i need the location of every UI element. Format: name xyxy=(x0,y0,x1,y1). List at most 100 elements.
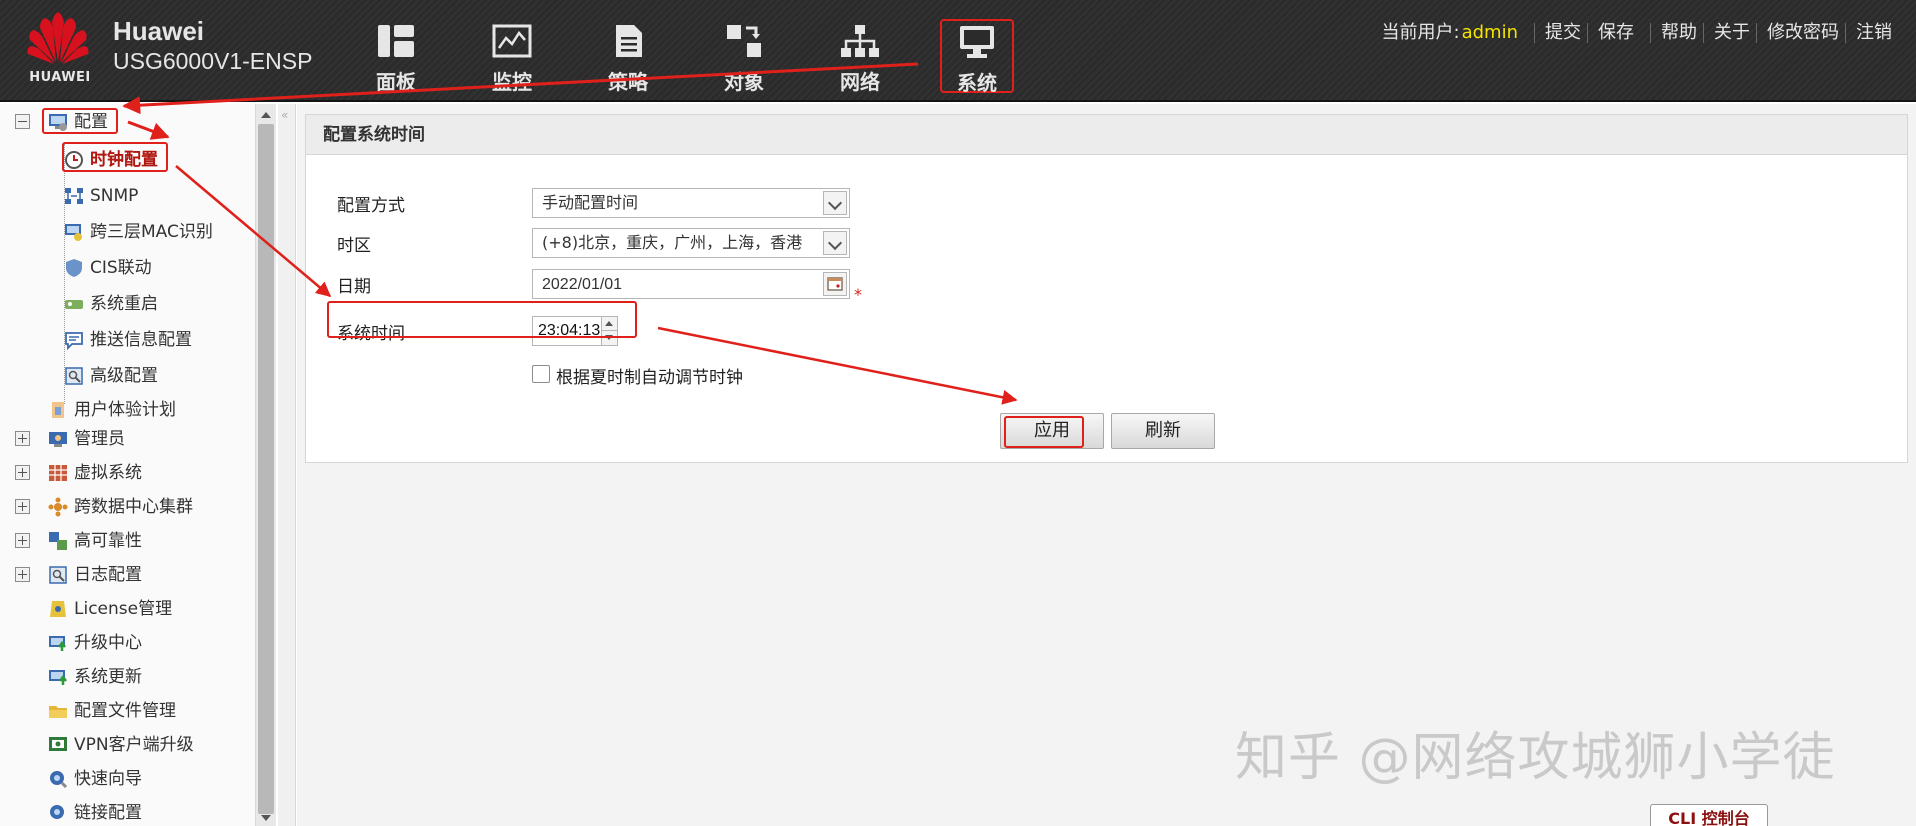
cli-console-button[interactable]: CLI 控制台 xyxy=(1650,804,1768,826)
nav-dashboard[interactable]: 面板 xyxy=(346,20,446,96)
nav-policy[interactable]: 策略 xyxy=(578,20,678,96)
nav-monitor[interactable]: 监控 xyxy=(462,20,562,96)
divider xyxy=(1534,23,1535,43)
push-message-icon xyxy=(65,332,83,350)
high-availability-icon xyxy=(49,532,67,550)
user-experience-icon xyxy=(52,402,64,418)
nav-network[interactable]: 网络 xyxy=(810,20,910,96)
policy-document-icon xyxy=(616,25,642,57)
monitor-chart-icon xyxy=(492,24,532,58)
sidebar: 配置 时钟配置 SNMP 跨三层MAC识别 CIS联动 系统重启 推送信息配置 … xyxy=(0,104,276,826)
huawei-flower-icon xyxy=(27,12,89,64)
config-tree: 配置 时钟配置 SNMP 跨三层MAC识别 CIS联动 系统重启 推送信息配置 … xyxy=(0,104,256,826)
tree-node-label: VPN客户端升级 xyxy=(74,735,194,755)
sidebar-collapse-bar[interactable]: « xyxy=(278,104,296,826)
log-config-icon xyxy=(49,566,67,584)
tree-node-label: 管理员 xyxy=(74,429,125,449)
expand-toggle[interactable] xyxy=(15,499,30,514)
top-header: HUAWEI Huawei USG6000V1-ENSP 面板 监控 策略 对象… xyxy=(0,0,1916,102)
refresh-button[interactable]: 刷新 xyxy=(1111,413,1215,449)
tree-node-label: License管理 xyxy=(74,599,173,619)
virtual-system-icon xyxy=(49,465,67,481)
tree-node-label: 升级中心 xyxy=(74,633,142,653)
divider xyxy=(1587,23,1588,43)
current-username: admin xyxy=(1461,22,1518,43)
tree-node-label: 虚拟系统 xyxy=(74,463,142,483)
expand-toggle[interactable] xyxy=(15,567,30,582)
quick-wizard-icon xyxy=(50,771,68,789)
nav-label-policy: 策略 xyxy=(608,70,648,94)
scroll-thumb[interactable] xyxy=(258,124,274,814)
time-increment-icon[interactable] xyxy=(601,317,617,331)
cluster-icon xyxy=(48,497,68,517)
expand-toggle[interactable] xyxy=(15,465,30,480)
scroll-down-arrow-icon[interactable] xyxy=(256,810,276,826)
tree-node-label: CIS联动 xyxy=(90,258,152,278)
date-value: 2022/01/01 xyxy=(542,276,623,293)
divider xyxy=(1703,23,1704,43)
tree-node-label: 跨三层MAC识别 xyxy=(90,222,213,242)
nav-label-dashboard: 面板 xyxy=(376,70,416,94)
system-time-input[interactable]: 23:04:13 xyxy=(532,316,618,346)
object-icon xyxy=(727,25,761,57)
divider xyxy=(1845,23,1846,43)
change-password-link[interactable]: 修改密码 xyxy=(1767,22,1839,43)
sidebar-scrollbar[interactable] xyxy=(256,104,276,826)
nav-label-system: 系统 xyxy=(957,71,997,95)
reboot-icon xyxy=(65,300,83,309)
admin-icon xyxy=(49,432,67,447)
system-time-panel: 配置系统时间 配置方式 手动配置时间 时区 (+8)北京，重庆，广州，上海，香港… xyxy=(305,114,1908,463)
chevron-down-icon[interactable] xyxy=(823,191,847,215)
nav-object[interactable]: 对象 xyxy=(694,20,794,96)
double-chevron-left-icon[interactable]: « xyxy=(281,108,288,122)
tree-node-label: 日志配置 xyxy=(74,565,142,585)
tree-node-label: 链接配置 xyxy=(74,803,142,823)
current-user-label: 当前用户: xyxy=(1381,22,1460,43)
collapse-toggle[interactable] xyxy=(15,114,30,129)
panel-title: 配置系统时间 xyxy=(306,115,1907,155)
about-link[interactable]: 关于 xyxy=(1714,22,1750,43)
help-link[interactable]: 帮助 xyxy=(1661,22,1697,43)
advanced-config-icon xyxy=(65,367,83,385)
tree-node-label: 推送信息配置 xyxy=(90,330,192,350)
submit-link[interactable]: 提交 xyxy=(1545,22,1581,43)
nav-label-monitor: 监控 xyxy=(492,70,532,94)
config-mode-select[interactable]: 手动配置时间 xyxy=(532,188,850,218)
folder-icon xyxy=(49,706,67,718)
upgrade-center-icon xyxy=(49,636,66,651)
dst-checkbox[interactable] xyxy=(532,365,550,383)
scroll-up-arrow-icon[interactable] xyxy=(256,104,276,124)
calendar-icon[interactable] xyxy=(823,272,847,296)
system-time-value: 23:04:13 xyxy=(538,322,601,339)
time-decrement-icon[interactable] xyxy=(601,331,617,345)
timezone-select[interactable]: (+8)北京，重庆，广州，上海，香港 xyxy=(532,228,850,258)
mode-label: 配置方式 xyxy=(337,196,405,216)
tree-node-label: 快速向导 xyxy=(74,769,142,789)
tree-node-label: 用户体验计划 xyxy=(74,400,176,420)
expand-toggle[interactable] xyxy=(15,431,30,446)
timezone-value: (+8)北京，重庆，广州，上海，香港 xyxy=(542,233,803,252)
watermark-text: 知乎 @网络攻城狮小学徒 xyxy=(1235,728,1836,788)
date-input[interactable]: 2022/01/01 xyxy=(532,269,850,299)
expand-toggle[interactable] xyxy=(15,533,30,548)
nav-system[interactable]: 系统 xyxy=(940,19,1014,95)
tree-node-label: 高级配置 xyxy=(90,366,158,386)
apply-button[interactable]: 应用 xyxy=(1000,413,1104,449)
chevron-down-icon[interactable] xyxy=(823,231,847,255)
link-config-icon xyxy=(50,805,64,819)
config-monitor-icon xyxy=(49,114,67,131)
network-topology-icon xyxy=(841,25,879,57)
system-computer-icon xyxy=(960,26,994,58)
brand-title: Huawei xyxy=(113,16,205,46)
tree-node-label: 配置文件管理 xyxy=(74,701,176,721)
snmp-icon xyxy=(65,188,83,204)
huawei-logo: HUAWEI xyxy=(18,10,98,90)
logout-link[interactable]: 注销 xyxy=(1856,22,1892,43)
tree-node-label: 跨数据中心集群 xyxy=(74,497,193,517)
date-label: 日期 xyxy=(337,277,371,297)
mac-identify-icon xyxy=(65,224,82,241)
save-link[interactable]: 保存 xyxy=(1598,22,1634,43)
tree-node-label: 时钟配置 xyxy=(90,150,158,170)
clock-icon xyxy=(65,151,83,169)
divider xyxy=(1650,23,1651,43)
